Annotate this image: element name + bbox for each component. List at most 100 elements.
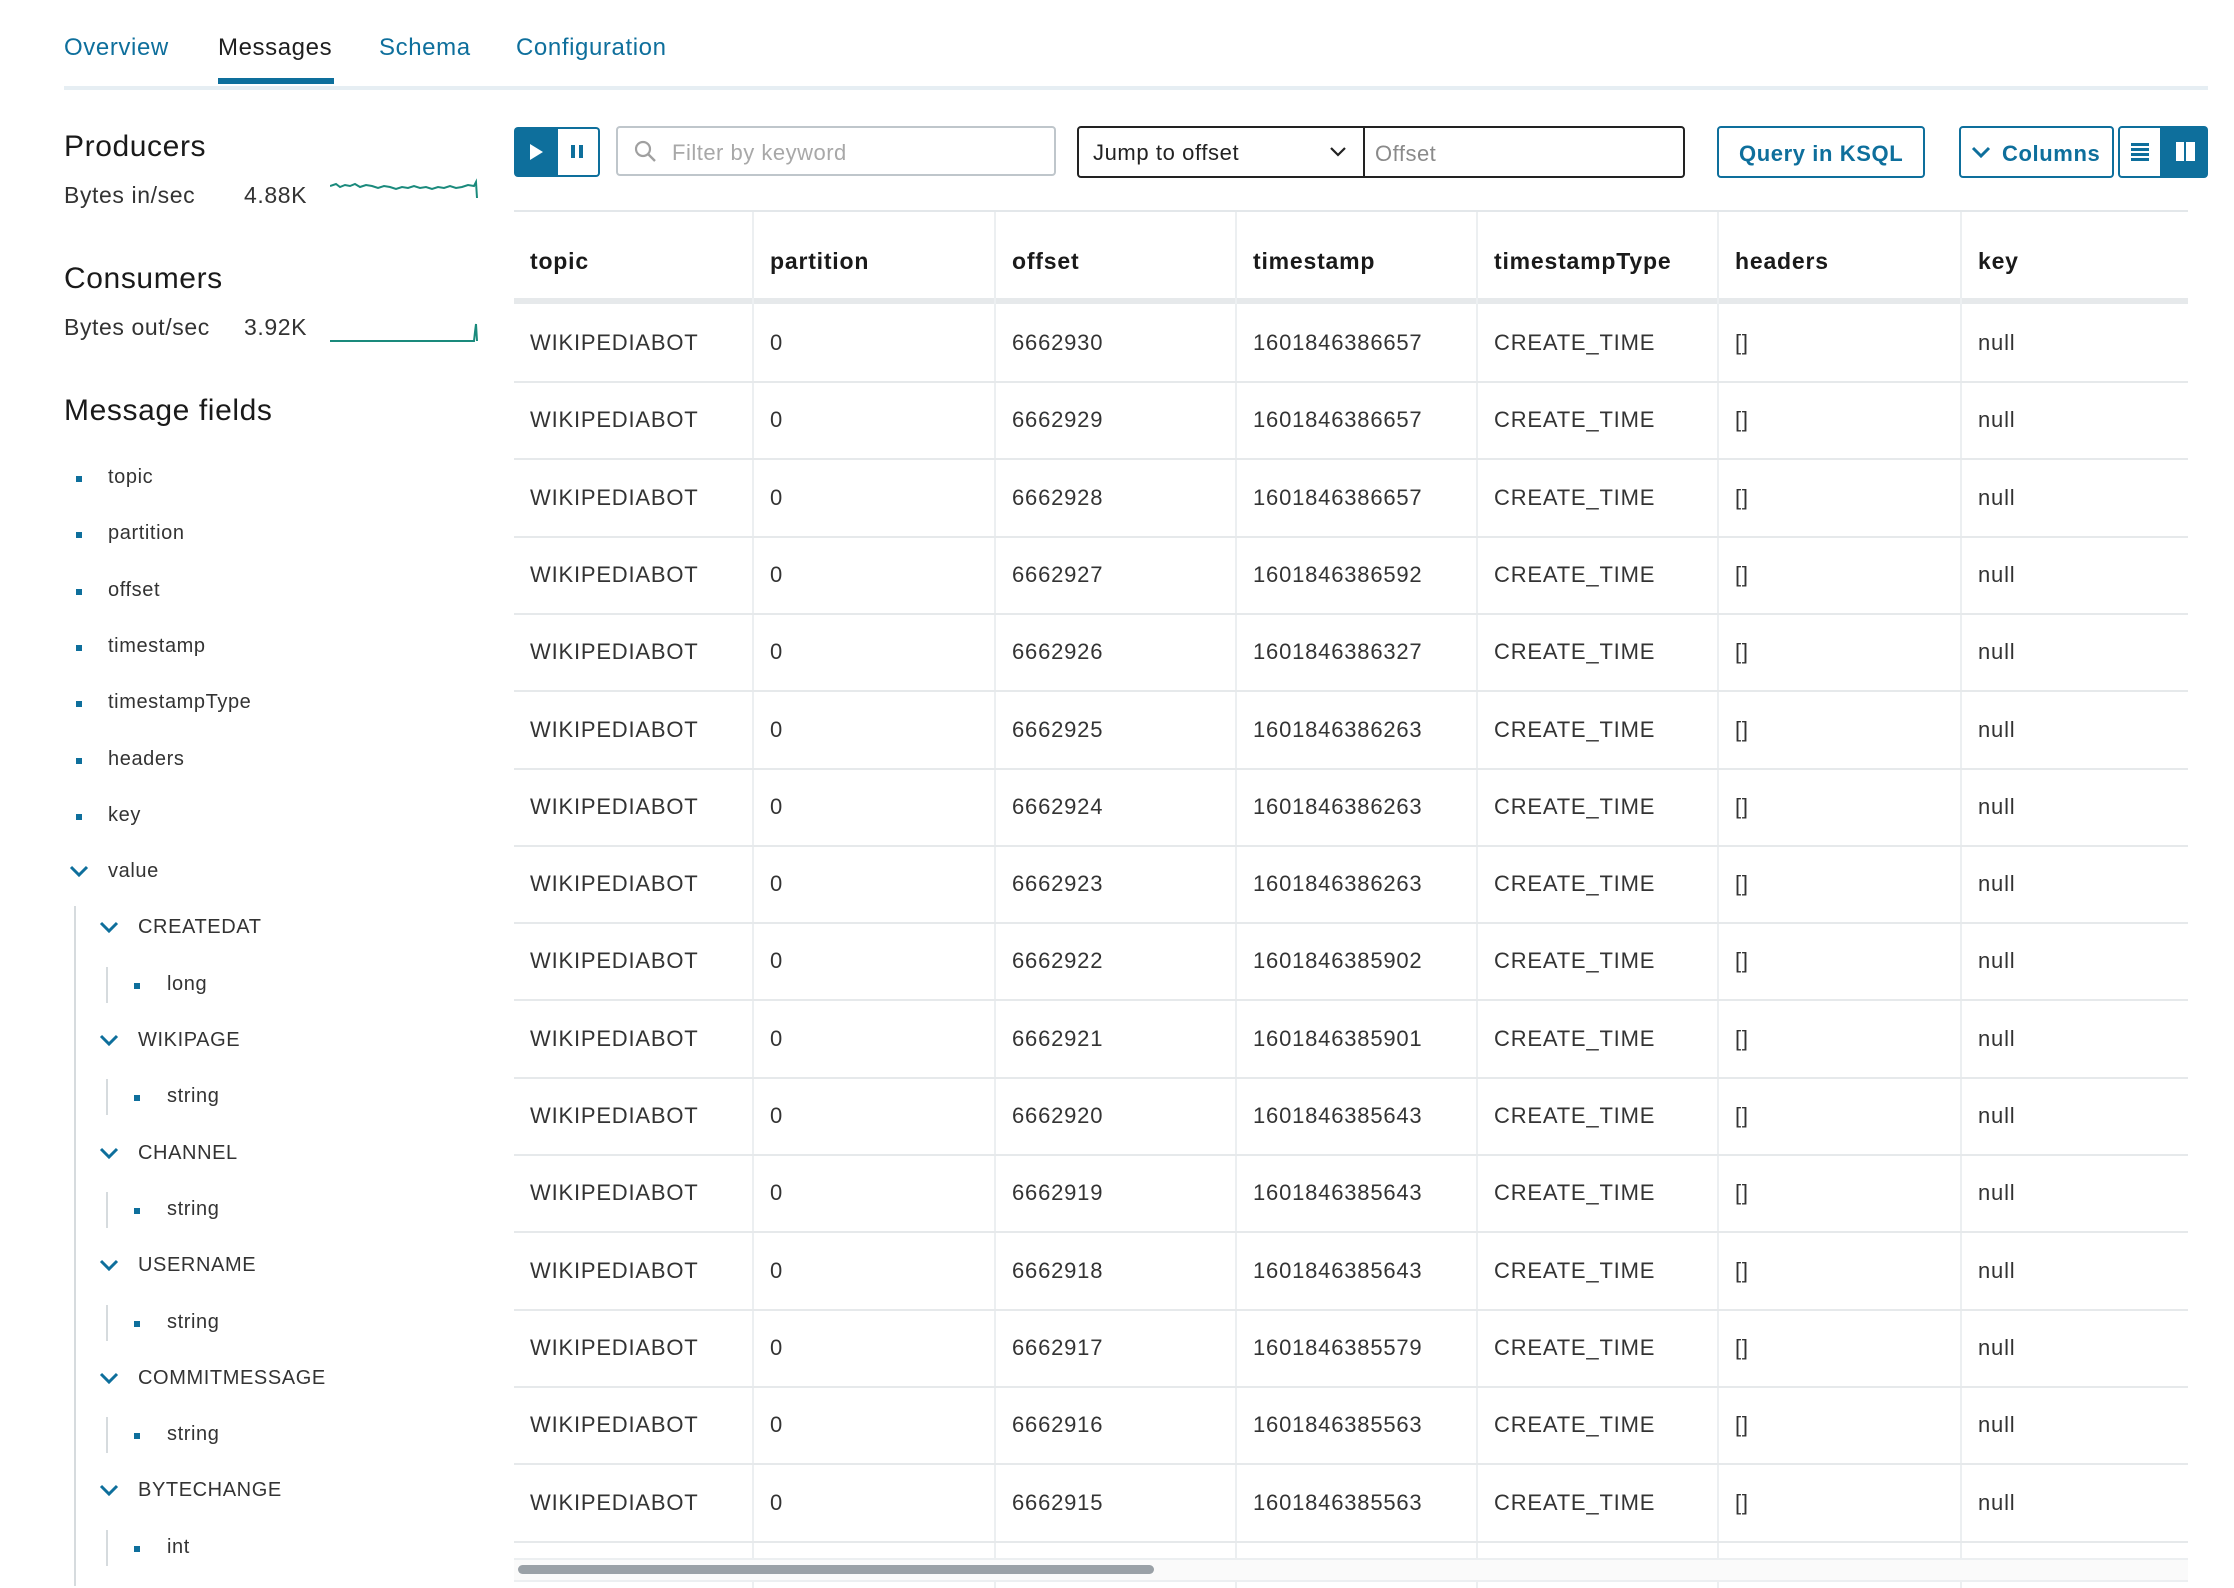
column-header-partition[interactable]: partition bbox=[770, 248, 869, 275]
play-button[interactable] bbox=[514, 127, 558, 177]
tab-configuration[interactable]: Configuration bbox=[516, 34, 667, 62]
table-view-button[interactable] bbox=[2118, 126, 2162, 178]
table-row[interactable]: WIKIPEDIABOT 0 6662921 1601846385901 CREATE_… bbox=[514, 1000, 2188, 1079]
table-cell: WIKIPEDIABOT bbox=[530, 871, 699, 897]
table-row[interactable]: WIKIPEDIABOT 0 6662916 1601846385563 CREATE_… bbox=[514, 1386, 2188, 1466]
message-field-channel[interactable]: CHANNEL bbox=[138, 1142, 238, 1165]
table-cell: 0 bbox=[770, 1025, 784, 1051]
offset-input[interactable] bbox=[1373, 139, 1667, 169]
field-bullet bbox=[134, 1433, 140, 1440]
table-cell: CREATE_TIME bbox=[1494, 561, 1656, 587]
table-cell: 0 bbox=[770, 1412, 784, 1438]
table-row[interactable]: WIKIPEDIABOT 0 6662926 1601846386327 CREATE_… bbox=[514, 613, 2188, 693]
table-cell: 0 bbox=[770, 1334, 784, 1360]
table-cell: [] bbox=[1735, 407, 1749, 433]
chevron-down-icon[interactable] bbox=[68, 865, 90, 879]
table-row[interactable]: WIKIPEDIABOT 0 6662918 1601846385643 CREATE_… bbox=[514, 1232, 2188, 1311]
jump-to-offset-control: Jump to offset bbox=[1077, 126, 1685, 178]
table-cell: WIKIPEDIABOT bbox=[530, 1334, 699, 1360]
table-cell: 6662930 bbox=[1012, 330, 1104, 355]
pause-button[interactable] bbox=[558, 127, 600, 177]
column-header-key[interactable]: key bbox=[1978, 248, 2019, 275]
table-row[interactable]: WIKIPEDIABOT 0 6662930 1601846386657 CREATE_… bbox=[514, 304, 2188, 383]
message-field-offset[interactable]: offset bbox=[108, 579, 160, 602]
message-field-bytechange[interactable]: BYTECHANGE bbox=[138, 1479, 282, 1502]
table-cell: 1601846385902 bbox=[1253, 948, 1423, 974]
search-icon bbox=[634, 140, 656, 162]
message-field-key[interactable]: key bbox=[108, 804, 141, 827]
table-row[interactable]: WIKIPEDIABOT 0 6662923 1601846386263 CREATE_… bbox=[514, 845, 2188, 925]
column-header-topic[interactable]: topic bbox=[530, 248, 589, 275]
table-cell: null bbox=[1978, 1025, 2016, 1051]
message-field-value[interactable]: value bbox=[108, 860, 159, 883]
table-row[interactable]: WIKIPEDIABOT 0 6662927 1601846386592 CREATE_… bbox=[514, 536, 2188, 615]
tab-overview[interactable]: Overview bbox=[64, 34, 169, 62]
table-row[interactable]: WIKIPEDIABOT 0 6662928 1601846386657 CREATE_… bbox=[514, 459, 2188, 538]
table-row[interactable]: WIKIPEDIABOT 0 6662924 1601846386263 CREATE_… bbox=[514, 768, 2188, 847]
chevron-down-icon[interactable] bbox=[98, 1484, 120, 1498]
message-field-timestamptype[interactable]: timestampType bbox=[108, 691, 251, 714]
consumers-metric: Bytes out/sec 3.92K bbox=[64, 314, 307, 341]
message-field-partition[interactable]: partition bbox=[108, 522, 185, 545]
message-field-topic[interactable]: topic bbox=[108, 466, 153, 489]
table-cell: 1601846386657 bbox=[1253, 484, 1423, 510]
horizontal-scrollbar[interactable] bbox=[514, 1558, 2188, 1582]
message-fields-title: Message fields bbox=[64, 394, 273, 427]
filter-input[interactable] bbox=[670, 138, 1044, 168]
table-row[interactable]: WIKIPEDIABOT 0 6662915 1601846385563 CREATE_… bbox=[514, 1464, 2188, 1543]
tree-line bbox=[106, 1529, 108, 1566]
chevron-down-icon[interactable] bbox=[98, 1147, 120, 1161]
column-header-headers[interactable]: headers bbox=[1735, 248, 1829, 275]
table-cell: 6662927 bbox=[1012, 561, 1104, 587]
table-cell: WIKIPEDIABOT bbox=[530, 793, 699, 819]
table-row[interactable]: WIKIPEDIABOT 0 6662920 1601846385643 CREATE_… bbox=[514, 1077, 2188, 1156]
column-header-timestamp[interactable]: timestamp bbox=[1253, 248, 1375, 275]
table-cell: WIKIPEDIABOT bbox=[530, 1025, 699, 1051]
column-header-offset[interactable]: offset bbox=[1012, 248, 1079, 275]
tab-schema[interactable]: Schema bbox=[379, 34, 471, 62]
query-in-ksql-button[interactable]: Query in KSQL bbox=[1717, 126, 1925, 178]
tab-messages[interactable]: Messages bbox=[218, 34, 335, 84]
table-cell: 1601846385563 bbox=[1253, 1412, 1423, 1438]
sidebar: Producers Bytes in/sec 4.88K Consumers B… bbox=[64, 120, 484, 1586]
table-cell: [] bbox=[1735, 1334, 1749, 1360]
scrollbar-thumb[interactable] bbox=[518, 1565, 1154, 1574]
columns-button[interactable]: Columns bbox=[1959, 126, 2114, 178]
table-row[interactable]: WIKIPEDIABOT 0 6662917 1601846385579 CREATE_… bbox=[514, 1309, 2188, 1388]
table-row[interactable]: WIKIPEDIABOT 0 6662922 1601846385902 CREATE_… bbox=[514, 922, 2188, 1002]
table-row[interactable]: WIKIPEDIABOT 0 6662919 1601846385643 CREATE_… bbox=[514, 1154, 2188, 1234]
chevron-down-icon[interactable] bbox=[98, 1372, 120, 1386]
message-field-headers[interactable]: headers bbox=[108, 748, 184, 771]
jump-select-value: Jump to offset bbox=[1093, 140, 1240, 165]
chevron-down-icon[interactable] bbox=[98, 1034, 120, 1048]
jump-select[interactable]: Jump to offset bbox=[1079, 128, 1365, 176]
column-header-timestamptype[interactable]: timestampType bbox=[1494, 248, 1671, 275]
message-field-username[interactable]: USERNAME bbox=[138, 1254, 256, 1277]
table-cell: 0 bbox=[770, 1489, 784, 1515]
table-cell: 1601846386263 bbox=[1253, 716, 1423, 742]
field-bullet bbox=[76, 476, 82, 482]
table-cell: [] bbox=[1735, 948, 1749, 974]
table-row[interactable]: WIKIPEDIABOT 0 6662929 1601846386657 CREATE_… bbox=[514, 381, 2188, 461]
table-cell: 0 bbox=[770, 716, 784, 742]
field-bullet bbox=[134, 1320, 140, 1327]
chevron-down-icon[interactable] bbox=[98, 921, 120, 935]
play-icon bbox=[530, 144, 543, 160]
message-field-timestamp[interactable]: timestamp bbox=[108, 635, 206, 658]
message-field-commitmessage[interactable]: COMMITMESSAGE bbox=[138, 1367, 326, 1390]
table-cell: 1601846386263 bbox=[1253, 793, 1423, 819]
table-cell: null bbox=[1978, 1103, 2016, 1128]
table-cell: 1601846385901 bbox=[1253, 1025, 1423, 1051]
table-cell: 0 bbox=[770, 1103, 784, 1128]
table-cell: WIKIPEDIABOT bbox=[530, 484, 699, 510]
field-type: string bbox=[167, 1085, 220, 1108]
table-cell: CREATE_TIME bbox=[1494, 1103, 1656, 1128]
table-cell: 6662918 bbox=[1012, 1257, 1104, 1283]
message-field-wikipage[interactable]: WIKIPAGE bbox=[138, 1029, 240, 1052]
message-field-createdat[interactable]: CREATEDAT bbox=[138, 916, 262, 939]
card-view-button[interactable] bbox=[2162, 126, 2208, 178]
table-cell: 0 bbox=[770, 793, 784, 819]
chevron-down-icon[interactable] bbox=[98, 1259, 120, 1273]
table-row[interactable]: WIKIPEDIABOT 0 6662925 1601846386263 CREATE_… bbox=[514, 691, 2188, 770]
table-cell: 6662919 bbox=[1012, 1180, 1104, 1206]
